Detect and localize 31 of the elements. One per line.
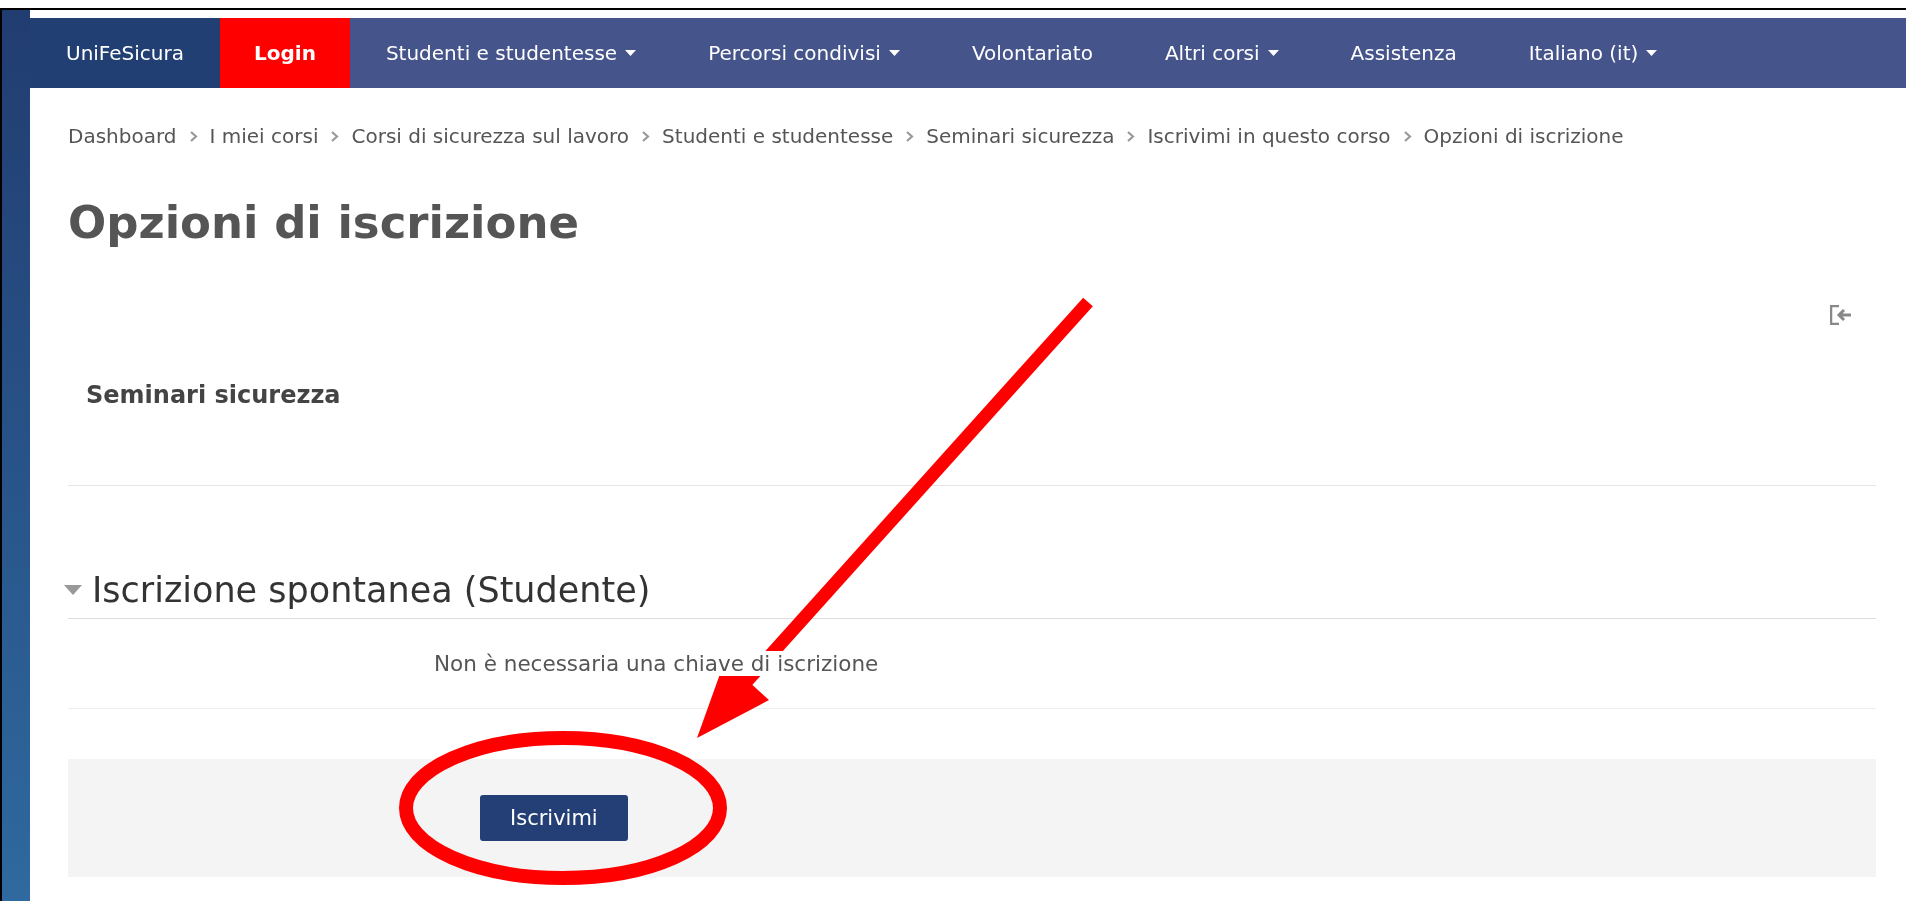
caret-icon: [1646, 50, 1658, 56]
breadcrumb-link[interactable]: Iscrivimi in questo corso: [1147, 124, 1391, 148]
chevron-icon: [188, 130, 198, 142]
page-title: Opzioni di iscrizione: [68, 196, 581, 249]
enrol-button[interactable]: Iscrivimi: [480, 795, 628, 841]
chevron-icon: [330, 130, 340, 142]
enrol-icon[interactable]: [1830, 305, 1852, 325]
collapse-triangle-icon[interactable]: [64, 585, 82, 595]
section-heading: Iscrizione spontanea (Studente): [92, 570, 651, 610]
breadcrumb-link[interactable]: Seminari sicurezza: [926, 124, 1115, 148]
login-link[interactable]: Login: [220, 18, 350, 88]
nav-link[interactable]: Volontariato: [935, 18, 1129, 88]
enrolment-note: Non è necessaria una chiave di iscrizione: [434, 651, 879, 676]
nav-link[interactable]: Percorsi condivisi: [672, 18, 936, 88]
site-logo-link[interactable]: UniFeSicura: [30, 18, 220, 88]
breadcrumb-link[interactable]: I miei corsi: [209, 124, 319, 148]
nav-link[interactable]: Studenti e studentesse: [349, 18, 673, 88]
chevron-icon: [1402, 130, 1412, 142]
breadcrumb-link[interactable]: Corsi di sicurezza sul lavoro: [351, 124, 630, 148]
chevron-icon: [905, 130, 915, 142]
breadcrumb-link[interactable]: Dashboard: [68, 124, 177, 148]
chevron-icon: [641, 130, 651, 142]
nav-link[interactable]: Assistenza: [1314, 18, 1493, 88]
breadcrumb-link[interactable]: Studenti e studentesse: [662, 124, 894, 148]
course-name[interactable]: Seminari sicurezza: [86, 381, 341, 409]
caret-icon: [1267, 50, 1279, 56]
nav-link[interactable]: Altri corsi: [1128, 18, 1315, 88]
nav-link[interactable]: Italiano (it): [1492, 18, 1694, 88]
caret-icon: [625, 50, 637, 56]
caret-icon: [888, 50, 900, 56]
chevron-icon: [1126, 130, 1136, 142]
